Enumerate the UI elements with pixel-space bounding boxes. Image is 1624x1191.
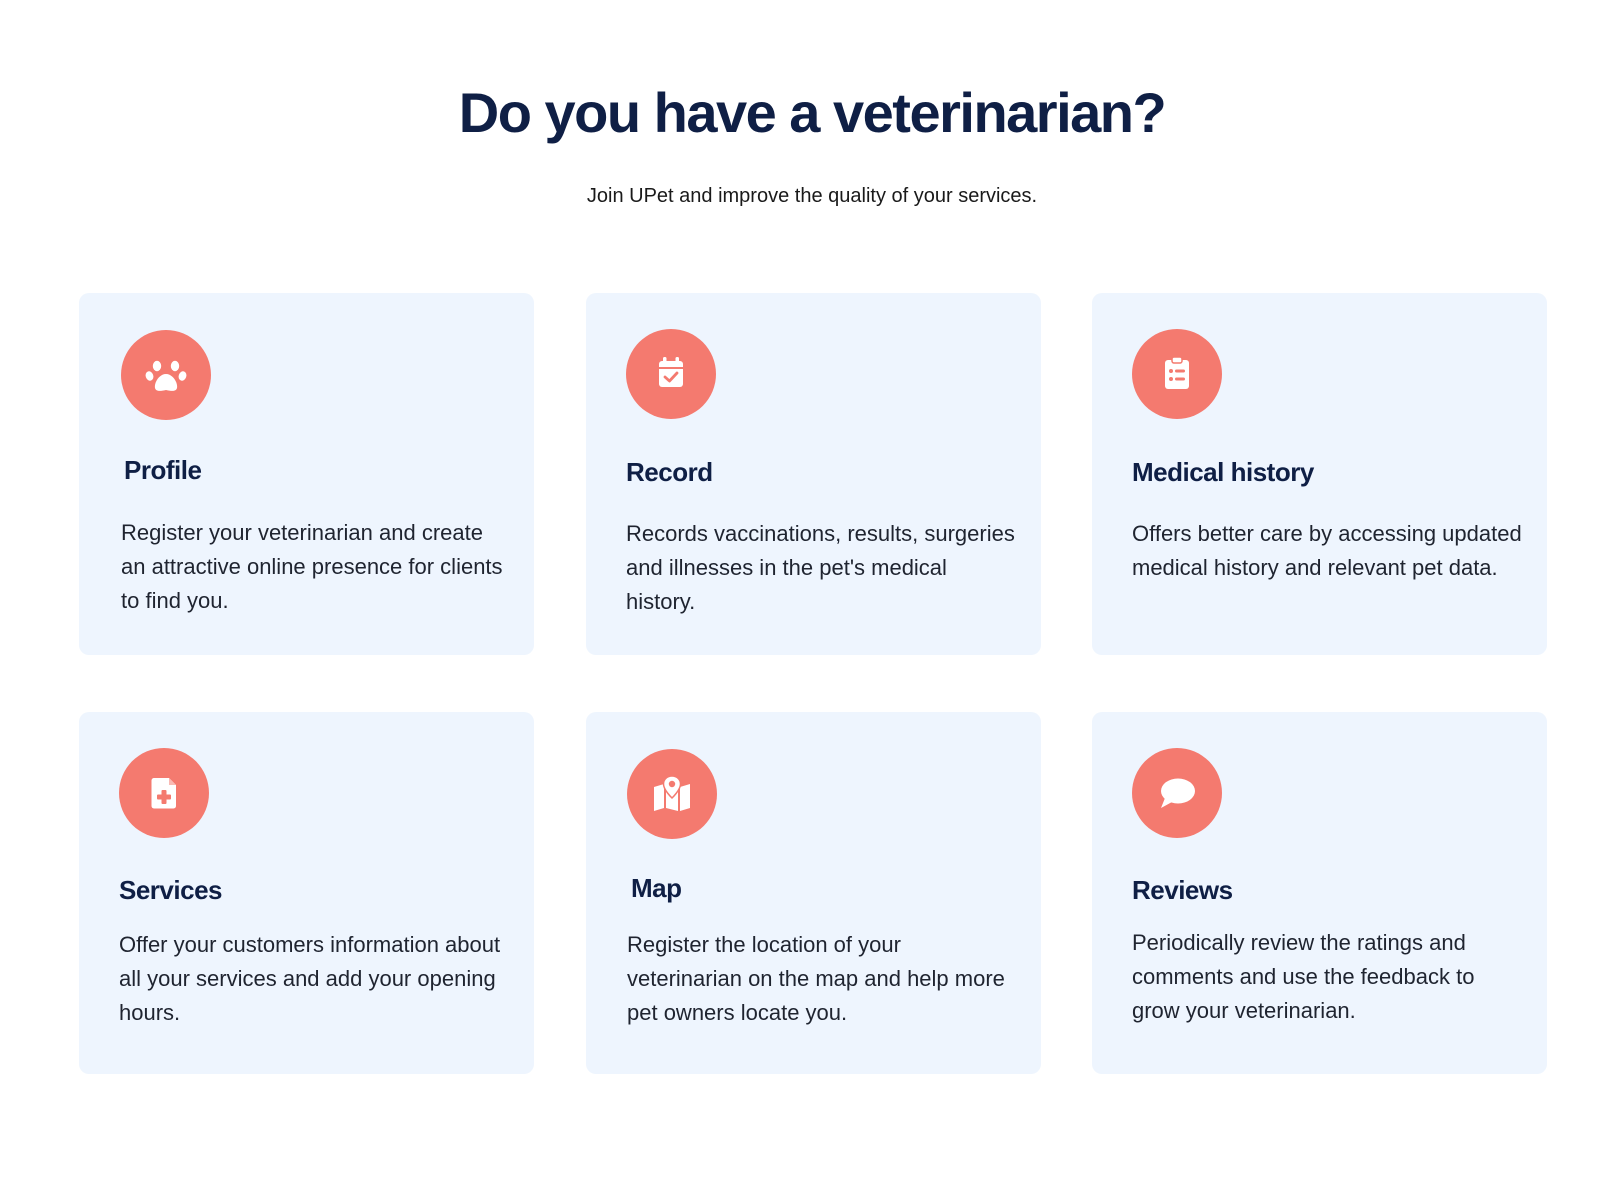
- profile-icon-badge: [121, 330, 211, 420]
- card-title-map: Map: [631, 873, 682, 903]
- speech-bubble-icon: [1161, 778, 1195, 808]
- card-title-record: Record: [626, 457, 713, 487]
- map-pin-icon: [654, 775, 690, 811]
- feature-card-services: Services Offer your customers informatio…: [79, 712, 534, 1074]
- medical-history-icon-badge: [1132, 329, 1222, 419]
- medical-file-icon: [151, 778, 176, 809]
- record-icon-badge: [626, 329, 716, 419]
- card-text-record: Records vaccinations, results, surgeries…: [626, 521, 1015, 614]
- clipboard-list-icon: [1165, 356, 1189, 389]
- feature-card-record: Record Records vaccinations, results, su…: [586, 293, 1041, 655]
- card-title-reviews: Reviews: [1132, 875, 1233, 905]
- services-icon-badge: [119, 748, 209, 838]
- card-title-profile: Profile: [124, 455, 202, 485]
- feature-card-map: Map Register the location of your veteri…: [586, 712, 1041, 1074]
- calendar-check-icon: [659, 357, 683, 387]
- page-subtitle: Join UPet and improve the quality of you…: [586, 185, 1038, 207]
- page-title: Do you have a veterinarian?: [458, 81, 1167, 144]
- card-text-medical-history: Offers better care by accessing updated …: [1132, 521, 1522, 580]
- feature-card-medical-history: Medical history Offers better care by ac…: [1092, 293, 1547, 655]
- card-title-services: Services: [119, 875, 222, 905]
- card-text-map: Register the location of your veterinari…: [627, 932, 1005, 1025]
- reviews-icon-badge: [1132, 748, 1222, 838]
- card-title-medical-history: Medical history: [1132, 457, 1314, 487]
- feature-card-reviews: Reviews Periodically review the ratings …: [1092, 712, 1547, 1074]
- card-text-reviews: Periodically review the ratings and comm…: [1132, 930, 1475, 1023]
- map-icon-badge: [627, 749, 717, 839]
- card-text-services: Offer your customers information about a…: [119, 932, 501, 1025]
- paw-icon: [145, 360, 187, 391]
- feature-card-profile: Profile Register your veterinarian and c…: [79, 293, 534, 655]
- card-text-profile: Register your veterinarian and create an…: [121, 520, 503, 613]
